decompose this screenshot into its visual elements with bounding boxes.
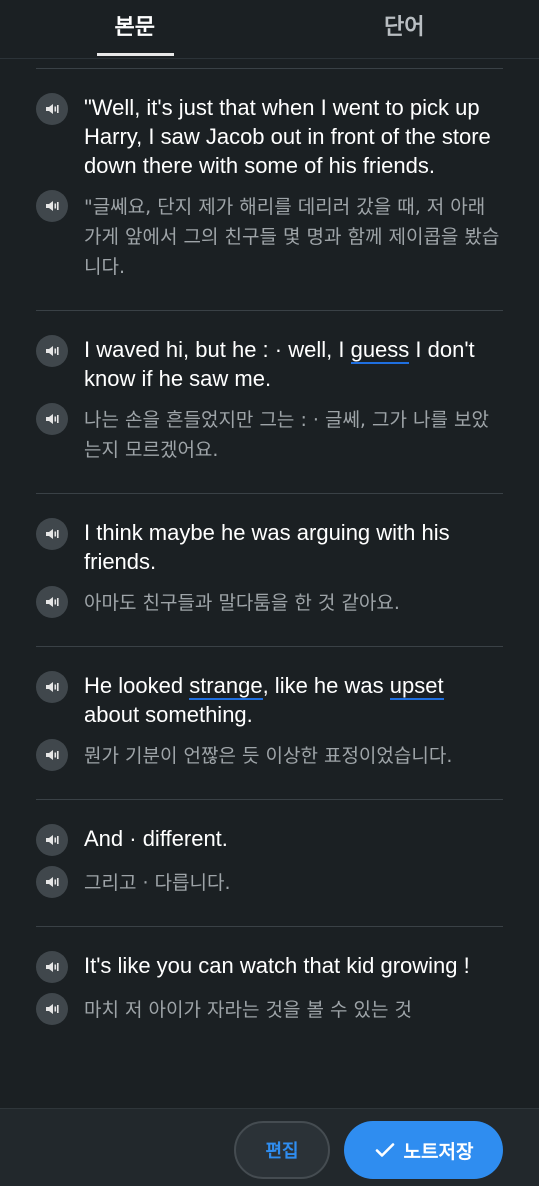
check-icon [375,1143,394,1157]
speaker-icon[interactable] [36,824,68,856]
sentence-english: It's like you can watch that kid growing… [84,953,470,978]
sentence-english: And · different. [84,826,228,851]
highlighted-word[interactable]: strange [189,673,263,700]
speaker-icon[interactable] [36,993,68,1025]
sentence-english: "Well, it's just that when I went to pic… [84,95,491,178]
bottom-action-bar: 편집 노트저장 [0,1108,539,1186]
highlighted-word[interactable]: upset [389,673,444,700]
sentence-list: "Well, it's just that when I went to pic… [36,68,503,1108]
sentence-korean: 그리고 · 다릅니다. [84,872,231,894]
text-segment: I waved hi, but he : · well, I [84,337,351,362]
sentence-item: "Well, it's just that when I went to pic… [36,68,503,310]
sentence-item: I waved hi, but he : · well, I guess I d… [36,310,503,493]
speaker-icon[interactable] [36,335,68,367]
sentence-korean: 나는 손을 흔들었지만 그는 : · 글쎄, 그가 나를 보았는지 모르겠어요. [84,409,489,461]
speaker-icon[interactable] [36,518,68,550]
save-note-label: 노트저장 [403,1140,474,1163]
speaker-icon[interactable] [36,951,68,983]
text-segment: about something. [84,702,253,727]
sentence-item: He looked strange, like he was upset abo… [36,646,503,799]
sentence-korean: 아마도 친구들과 말다툼을 한 것 같아요. [84,592,400,614]
text-segment: , like he was [262,673,390,698]
sentence-english: I waved hi, but he : · well, I guess I d… [84,335,503,393]
sentence-korean: "글쎄요, 단지 제가 해리를 데리러 갔을 때, 저 아래 가게 앞에서 그의… [84,196,500,278]
sentence-korean: 마치 저 아이가 자라는 것을 볼 수 있는 것 [84,999,412,1021]
speaker-icon[interactable] [36,403,68,435]
sentence-english: He looked strange, like he was upset abo… [84,671,503,729]
speaker-icon[interactable] [36,671,68,703]
speaker-icon[interactable] [36,739,68,771]
tab-words[interactable]: 단어 [270,0,539,56]
speaker-icon[interactable] [36,866,68,898]
tab-bar: 본문 단어 [0,0,539,59]
speaker-icon[interactable] [36,586,68,618]
text-segment: He looked [84,673,190,698]
highlighted-word[interactable]: guess [350,337,410,364]
sentence-item: It's like you can watch that kid growing… [36,926,503,1053]
sentence-korean: 뭔가 기분이 언짢은 듯 이상한 표정이었습니다. [84,745,453,767]
sentence-item: I think maybe he was arguing with his fr… [36,493,503,646]
sentence-english: I think maybe he was arguing with his fr… [84,520,450,574]
sentence-item: And · different. 그리고 · 다릅니다. [36,799,503,926]
tab-text[interactable]: 본문 [0,0,270,56]
speaker-icon[interactable] [36,93,68,125]
edit-button[interactable]: 편집 [234,1121,330,1179]
speaker-icon[interactable] [36,190,68,222]
reader-screen: 본문 단어 "Well, it's just that when I went … [0,0,539,1186]
save-note-button[interactable]: 노트저장 [344,1121,503,1179]
